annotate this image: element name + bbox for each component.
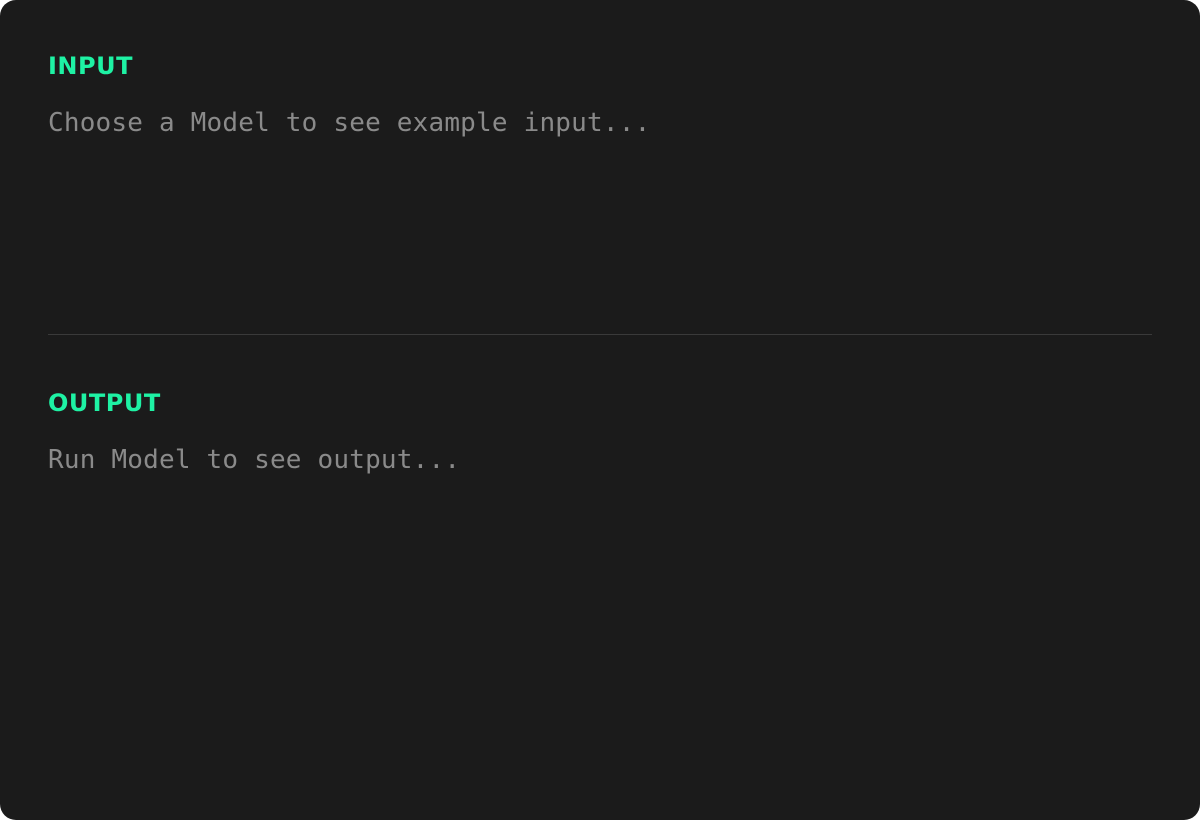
output-heading: OUTPUT <box>48 389 161 417</box>
model-io-panel: INPUT Choose a Model to see example inpu… <box>0 0 1200 820</box>
input-placeholder: Choose a Model to see example input... <box>48 108 651 138</box>
input-heading: INPUT <box>48 52 133 80</box>
output-placeholder: Run Model to see output... <box>48 445 461 475</box>
input-section: INPUT Choose a Model to see example inpu… <box>48 0 1152 334</box>
output-section: OUTPUT Run Model to see output... <box>48 335 1152 477</box>
